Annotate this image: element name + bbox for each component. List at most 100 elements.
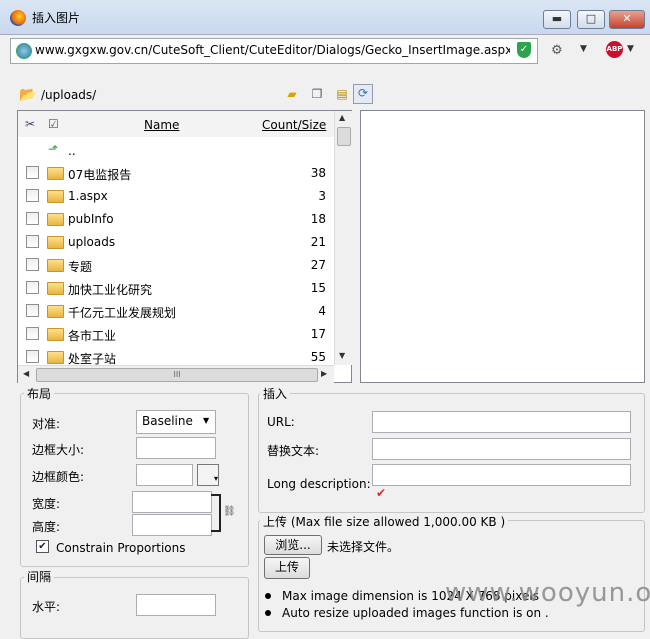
file-list-header: ✂ ☑ Name Count/Size: [18, 111, 334, 137]
row-checkbox[interactable]: [26, 350, 39, 363]
firefox-icon: [10, 10, 26, 26]
folder-icon: [47, 259, 64, 272]
minimize-button[interactable]: ▬: [543, 10, 571, 29]
spellcheck-icon[interactable]: ✔: [376, 486, 386, 500]
insert-legend: 插入: [260, 385, 291, 402]
scroll-up-icon[interactable]: ▲: [339, 113, 345, 122]
shield-icon[interactable]: ✓: [517, 42, 531, 58]
maximize-button[interactable]: □: [577, 10, 605, 29]
folder-icon: [47, 190, 64, 203]
constrain-checkbox[interactable]: ✔: [36, 540, 49, 553]
scroll-down-icon[interactable]: ▼: [339, 351, 345, 360]
parent-folder-icon: ⬏: [48, 142, 59, 156]
chain-link-icon: ⛓: [223, 506, 236, 517]
folder-icon: [47, 351, 64, 364]
folder-icon: [47, 213, 64, 226]
folder-icon: [47, 282, 64, 295]
row-checkbox[interactable]: [26, 235, 39, 248]
row-checkbox[interactable]: [26, 258, 39, 271]
file-count: 27: [310, 258, 326, 272]
column-header-count[interactable]: Count/Size: [262, 118, 326, 132]
folder-icon: [47, 167, 64, 180]
row-checkbox[interactable]: [26, 281, 39, 294]
cut-icon[interactable]: ✂: [25, 117, 35, 131]
scroll-thumb-horizontal[interactable]: III: [36, 368, 318, 382]
bullet-icon: [265, 610, 271, 616]
file-count: 17: [310, 327, 326, 341]
file-count: 21: [310, 235, 326, 249]
color-picker-button[interactable]: ▾: [197, 464, 219, 486]
copy-icon[interactable]: ❐: [309, 86, 325, 102]
list-item[interactable]: 千亿元工业发展规划 4: [18, 299, 334, 322]
horizontal-label: 水平:: [32, 600, 61, 614]
url-input[interactable]: [372, 411, 631, 433]
list-item[interactable]: 专题 27: [18, 253, 334, 276]
select-all-icon[interactable]: ☑: [48, 117, 59, 131]
browse-button[interactable]: 浏览...: [264, 535, 322, 555]
file-name[interactable]: uploads: [68, 235, 115, 249]
adblock-dropdown-icon[interactable]: ▼: [627, 44, 634, 54]
parent-folder-label: ..: [68, 144, 76, 158]
address-bar[interactable]: www.gxgxw.gov.cn/CuteSoft_Client/CuteEdi…: [10, 38, 538, 64]
tools-dropdown-icon[interactable]: ▼: [580, 44, 587, 54]
file-count: 55: [310, 350, 326, 364]
url-text: www.gxgxw.gov.cn/CuteSoft_Client/CuteEdi…: [35, 43, 510, 57]
border-size-label: 边框大小:: [32, 443, 85, 457]
width-input[interactable]: [132, 491, 212, 513]
list-item[interactable]: uploads 21: [18, 230, 334, 253]
adblock-icon[interactable]: ABP: [606, 41, 623, 58]
file-name[interactable]: pubInfo: [68, 212, 114, 226]
file-name[interactable]: 专题: [68, 258, 92, 275]
window-title: 插入图片: [32, 11, 81, 25]
alt-text-input[interactable]: [372, 438, 631, 460]
list-item[interactable]: 加快工业化研究 15: [18, 276, 334, 299]
align-select[interactable]: Baseline ▼: [136, 410, 216, 434]
close-button[interactable]: ✕: [609, 10, 645, 29]
long-description-label: Long description:: [267, 477, 371, 491]
file-name[interactable]: 各市工业: [68, 327, 116, 344]
chevron-down-icon: ▼: [203, 416, 210, 425]
row-checkbox[interactable]: [26, 212, 39, 225]
proportion-bracket: [211, 494, 221, 532]
new-folder-icon[interactable]: ▰: [284, 86, 300, 102]
file-count: 15: [310, 281, 326, 295]
horizontal-scrollbar[interactable]: ◀ III ▶: [18, 365, 334, 383]
height-input[interactable]: [132, 514, 212, 536]
list-item[interactable]: 07电监报告 38: [18, 161, 334, 184]
parent-folder-row[interactable]: ⬏ ..: [18, 139, 334, 162]
horizontal-spacing-input[interactable]: [136, 594, 216, 616]
folder-icon: [47, 328, 64, 341]
file-name[interactable]: 千亿元工业发展规划: [68, 304, 176, 321]
list-item[interactable]: pubInfo 18: [18, 207, 334, 230]
paste-icon[interactable]: ▤: [334, 86, 350, 102]
scroll-left-icon[interactable]: ◀: [23, 369, 29, 378]
border-size-input[interactable]: [136, 437, 216, 459]
tools-icon[interactable]: ⚙: [551, 43, 563, 58]
border-color-input[interactable]: [136, 464, 193, 486]
bullet-icon: [265, 593, 271, 599]
long-description-input[interactable]: [372, 464, 631, 486]
file-name[interactable]: 1.aspx: [68, 189, 108, 203]
upload-button[interactable]: 上传: [264, 557, 310, 579]
scroll-right-icon[interactable]: ▶: [321, 369, 327, 378]
file-count: 18: [310, 212, 326, 226]
column-header-name[interactable]: Name: [144, 118, 179, 132]
row-checkbox[interactable]: [26, 189, 39, 202]
image-preview: [360, 110, 645, 383]
file-name[interactable]: 加快工业化研究: [68, 281, 152, 298]
file-count: 3: [318, 189, 326, 203]
row-checkbox[interactable]: [26, 327, 39, 340]
border-color-label: 边框颜色:: [32, 470, 85, 484]
file-name[interactable]: 07电监报告: [68, 166, 131, 183]
list-item[interactable]: 各市工业 17: [18, 322, 334, 345]
vertical-scrollbar[interactable]: ▲ ▼: [334, 111, 352, 365]
scroll-thumb[interactable]: [337, 127, 351, 146]
folder-icon: [47, 236, 64, 249]
file-list[interactable]: ✂ ☑ Name Count/Size ⬏ .. 07电监报告 38 1.asp…: [17, 110, 352, 383]
refresh-icon[interactable]: ⟳: [353, 84, 373, 104]
row-checkbox[interactable]: [26, 166, 39, 179]
align-label: 对准:: [32, 417, 61, 431]
list-item[interactable]: 1.aspx 3: [18, 184, 334, 207]
row-checkbox[interactable]: [26, 304, 39, 317]
width-label: 宽度:: [32, 497, 61, 511]
